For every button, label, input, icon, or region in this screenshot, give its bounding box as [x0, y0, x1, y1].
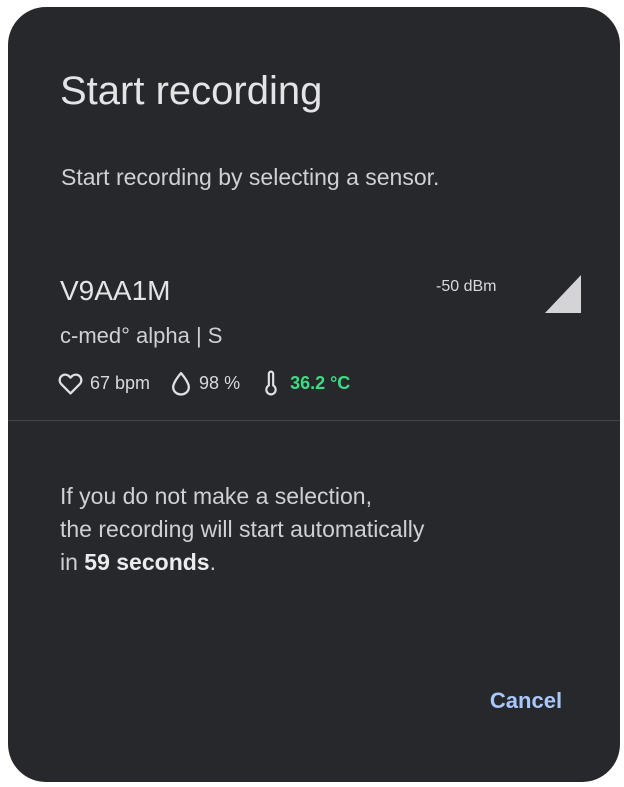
dialog-subtitle: Start recording by selecting a sensor.	[61, 164, 440, 190]
notice-suffix: .	[209, 549, 216, 575]
sensor-vitals: 67 bpm 98 % 36.2 °C	[58, 369, 350, 397]
divider	[8, 420, 620, 421]
spo2-reading: 98 %	[170, 371, 240, 396]
drop-icon	[170, 371, 192, 396]
cancel-button[interactable]: Cancel	[461, 677, 591, 725]
notice-line-1: If you do not make a selection,	[60, 483, 372, 509]
signal-strength-label: -50 dBm	[436, 278, 497, 295]
thermometer-icon	[264, 370, 278, 396]
notice-prefix: in	[60, 549, 85, 575]
auto-start-notice: If you do not make a selection, the reco…	[60, 480, 560, 579]
temperature-reading: 36.2 °C	[264, 370, 350, 396]
notice-line-3: in 59 seconds.	[60, 546, 560, 579]
temperature-value: 36.2 °C	[290, 372, 351, 393]
sensor-model: c-med° alpha | S	[60, 323, 223, 348]
start-recording-dialog: Start recording Start recording by selec…	[8, 7, 620, 782]
dialog-title: Start recording	[60, 69, 323, 113]
sensor-list-item[interactable]: V9AA1M c-med° alpha | S 67 bpm 98 % 36.2…	[8, 247, 620, 419]
sensor-name: V9AA1M	[60, 275, 171, 306]
heart-icon	[58, 372, 83, 395]
signal-strength-icon	[543, 273, 583, 320]
countdown-value: 59 seconds	[84, 549, 210, 575]
spo2-value: 98 %	[199, 372, 241, 393]
notice-line-2: the recording will start automatically	[60, 516, 425, 542]
heart-rate-reading: 67 bpm	[58, 372, 150, 395]
heart-rate-value: 67 bpm	[90, 372, 151, 393]
